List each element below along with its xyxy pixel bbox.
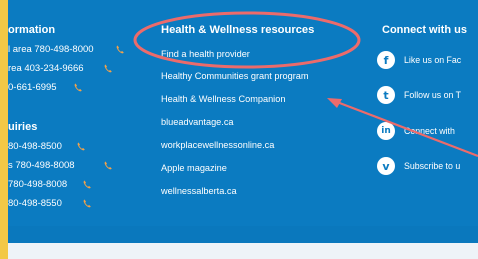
- link-find-health-provider[interactable]: Find a health provider: [161, 49, 250, 59]
- facebook-label[interactable]: Like us on Fac: [404, 55, 461, 65]
- site-footer: ormation l area 780-498-8000 rea 403-234…: [8, 0, 478, 243]
- contact-heading: ormation: [8, 24, 56, 36]
- phone-icon: [77, 142, 85, 151]
- linkedin-link[interactable]: in Connect with: [377, 121, 455, 141]
- linkedin-label[interactable]: Connect with: [404, 126, 455, 136]
- connect-heading: Connect with us: [382, 24, 467, 36]
- contact-line[interactable]: l area 780-498-8000: [8, 44, 94, 55]
- connect-column: Connect with us f Like us on Fac t Follo…: [377, 0, 478, 243]
- inquiries-heading: uiries: [8, 121, 38, 133]
- phone-icon: [104, 64, 112, 73]
- link-health-wellness-companion[interactable]: Health & Wellness Companion: [161, 94, 285, 104]
- link-blueadvantage[interactable]: blueadvantage.ca: [161, 117, 234, 127]
- vimeo-label[interactable]: Subscribe to u: [404, 161, 460, 171]
- vimeo-icon: v: [377, 157, 395, 175]
- twitter-label[interactable]: Follow us on T: [404, 90, 461, 100]
- twitter-link[interactable]: t Follow us on T: [377, 85, 461, 105]
- phone-icon: [83, 199, 91, 208]
- inquiry-line[interactable]: 780-498-8008: [8, 179, 67, 190]
- linkedin-icon: in: [377, 122, 395, 140]
- contact-line[interactable]: rea 403-234-9666: [8, 63, 84, 74]
- contact-line[interactable]: 0-661-6995: [8, 82, 57, 93]
- link-apple-magazine[interactable]: Apple magazine: [161, 163, 227, 173]
- twitter-icon: t: [377, 86, 395, 104]
- inquiry-line[interactable]: 80-498-8550: [8, 198, 62, 209]
- inquiry-line[interactable]: s 780-498-8008: [8, 160, 75, 171]
- phone-icon: [104, 161, 112, 170]
- page-bottom-strip: [8, 243, 478, 259]
- phone-icon: [83, 180, 91, 189]
- inquiry-line[interactable]: 80-498-8500: [8, 141, 62, 152]
- facebook-icon: f: [377, 51, 395, 69]
- phone-icon: [74, 83, 82, 92]
- resources-heading: Health & Wellness resources: [161, 24, 315, 36]
- facebook-link[interactable]: f Like us on Fac: [377, 50, 461, 70]
- vimeo-link[interactable]: v Subscribe to u: [377, 156, 460, 176]
- footer-bottom-band: [8, 226, 478, 243]
- link-workplacewellnessonline[interactable]: workplacewellnessonline.ca: [161, 140, 274, 150]
- phone-icon: [116, 45, 124, 54]
- link-healthy-communities-grant[interactable]: Healthy Communities grant program: [161, 71, 309, 81]
- link-wellnessalberta[interactable]: wellnessalberta.ca: [161, 186, 237, 196]
